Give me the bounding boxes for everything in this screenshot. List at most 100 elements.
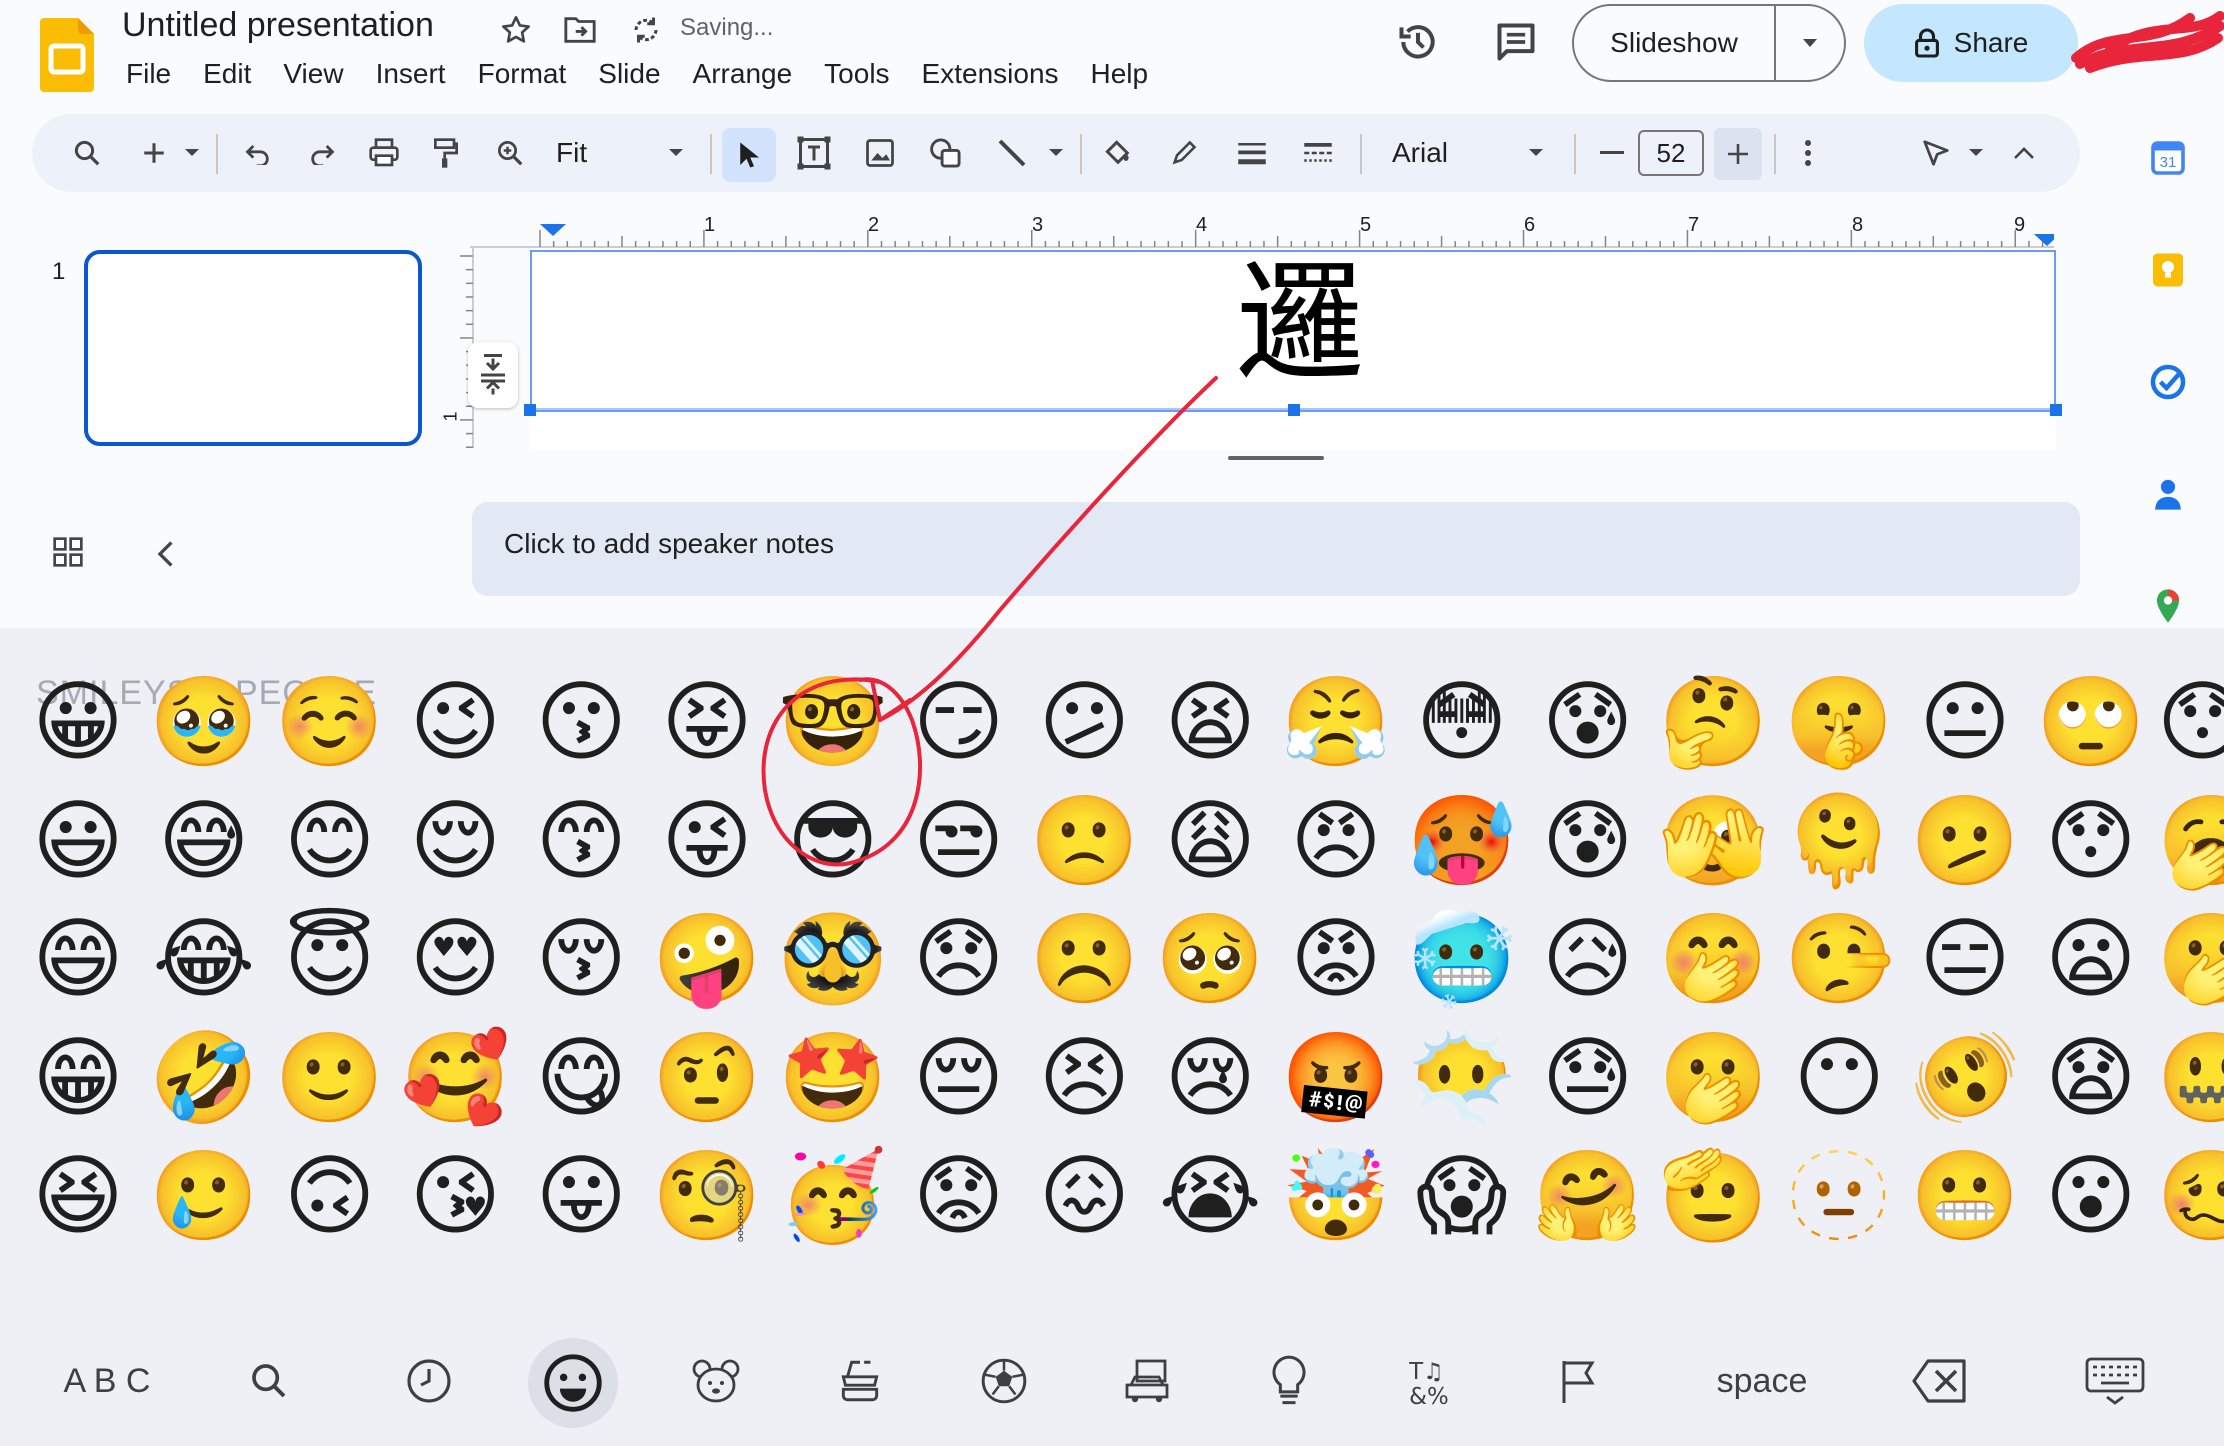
emoji-key[interactable]: ☹️ [1024, 899, 1144, 1019]
emoji-key[interactable]: 🤔 [1653, 662, 1773, 782]
search-icon[interactable] [244, 1348, 294, 1414]
emoji-key[interactable]: 😄 [18, 899, 138, 1019]
line-dropdown-icon[interactable] [1044, 114, 1068, 192]
emoji-key[interactable]: 😚 [521, 899, 641, 1019]
animals-category-icon[interactable] [688, 1348, 744, 1414]
more-options-icon[interactable] [1790, 114, 1826, 192]
emoji-key[interactable]: 🥵 [1402, 781, 1522, 901]
emoji-key[interactable]: 🥱 [2157, 781, 2224, 901]
star-icon[interactable] [496, 10, 536, 50]
emoji-key[interactable]: 🥺 [1150, 899, 1270, 1019]
emoji-key[interactable]: 🫥 [1779, 1136, 1899, 1256]
menu-insert[interactable]: Insert [360, 58, 462, 90]
emoji-key[interactable]: 🫨 [1905, 1018, 2025, 1138]
emoji-key[interactable]: 🤐 [2157, 1018, 2224, 1138]
redacted-avatar[interactable] [2070, 8, 2224, 78]
food-category-icon[interactable] [832, 1348, 888, 1414]
emoji-key[interactable]: 😢 [1150, 1018, 1270, 1138]
emoji-key[interactable]: 😐 [1905, 662, 2025, 782]
emoji-key[interactable]: 😦 [2031, 899, 2151, 1019]
emoji-key[interactable]: 😣 [1024, 1018, 1144, 1138]
recent-clock-icon[interactable] [402, 1348, 456, 1414]
slides-logo-icon[interactable] [40, 18, 94, 92]
search-menus-icon[interactable] [66, 114, 108, 192]
space-key[interactable]: space [1700, 1348, 1824, 1414]
resize-handle[interactable] [524, 404, 536, 416]
emoji-key[interactable]: 🙄 [2031, 662, 2151, 782]
emoji-key[interactable]: 😥 [1528, 899, 1648, 1019]
emoji-key[interactable]: 😯 [2157, 662, 2224, 782]
emoji-key[interactable]: 🫣 [1653, 781, 1773, 901]
chevron-left-icon[interactable] [156, 540, 174, 573]
objects-lightbulb-icon[interactable] [1264, 1348, 1314, 1414]
emoji-key[interactable]: 😤 [1276, 662, 1396, 782]
emoji-key[interactable]: 🤭 [1653, 899, 1773, 1019]
menu-format[interactable]: Format [462, 58, 583, 90]
emoji-key[interactable]: 🤫 [1779, 662, 1899, 782]
share-button[interactable]: Share [1864, 4, 2078, 82]
slideshow-dropdown-icon[interactable] [1776, 37, 1844, 49]
border-dash-icon[interactable] [1298, 114, 1338, 192]
emoji-key[interactable]: 🤓 [773, 662, 893, 782]
emoji-key[interactable]: 😱 [1402, 1136, 1522, 1256]
travel-category-icon[interactable] [1118, 1348, 1176, 1414]
emoji-key[interactable]: 🥳 [773, 1136, 893, 1256]
font-size-input[interactable]: 52 [1638, 130, 1704, 176]
menu-help[interactable]: Help [1075, 58, 1165, 90]
emoji-key[interactable]: 😜 [647, 781, 767, 901]
text-box-icon[interactable] [794, 114, 834, 192]
menu-tools[interactable]: Tools [808, 58, 905, 90]
symbols-category-icon[interactable]: T♫ &% [1404, 1348, 1460, 1414]
decrease-font-size-icon[interactable] [1594, 114, 1630, 192]
fill-color-icon[interactable] [1098, 114, 1138, 192]
emoji-key[interactable]: 😃 [18, 781, 138, 901]
keyboard-switch-icon[interactable] [2084, 1348, 2146, 1414]
editing-mode-icon[interactable] [1916, 114, 1956, 192]
emoji-key[interactable]: 😔 [899, 1018, 1019, 1138]
hide-menus-chevron-up-icon[interactable] [2006, 114, 2042, 192]
emoji-key[interactable]: 😌 [395, 781, 515, 901]
slideshow-label[interactable]: Slideshow [1574, 6, 1776, 80]
emoji-key[interactable]: 😂 [144, 899, 264, 1019]
editing-mode-dropdown-icon[interactable] [1964, 114, 1988, 192]
emoji-key[interactable]: 😏 [899, 662, 1019, 782]
emoji-key[interactable]: 🙂 [270, 1018, 390, 1138]
paint-format-icon[interactable] [426, 114, 466, 192]
emoji-key[interactable]: 😰 [1528, 662, 1648, 782]
grid-view-icon[interactable] [52, 536, 84, 573]
increase-font-size-icon[interactable] [1714, 128, 1762, 180]
emoji-key[interactable]: 🥰 [395, 1018, 515, 1138]
contacts-icon[interactable] [2148, 474, 2188, 514]
emoji-key[interactable]: 😟 [899, 1136, 1019, 1256]
abc-button[interactable]: A B C [52, 1348, 162, 1414]
emoji-key[interactable]: 😎 [773, 781, 893, 901]
resize-handle[interactable] [1288, 404, 1300, 416]
canvas-scrollbar[interactable] [1228, 456, 1324, 460]
emoji-key[interactable]: 🥴 [2157, 1136, 2224, 1256]
emoji-key[interactable]: 🤣 [144, 1018, 264, 1138]
emoji-key[interactable]: 🫤 [1905, 781, 2025, 901]
zoom-select[interactable]: Fit [556, 114, 676, 192]
menu-view[interactable]: View [267, 58, 359, 90]
move-folder-icon[interactable] [560, 10, 600, 50]
emoji-key[interactable]: 😆 [18, 1136, 138, 1256]
keep-icon[interactable] [2148, 250, 2188, 290]
emoji-key[interactable]: 😫 [1150, 662, 1270, 782]
emoji-key[interactable]: 😩 [1150, 781, 1270, 901]
border-color-icon[interactable] [1164, 114, 1204, 192]
line-spacing-icon[interactable] [468, 342, 518, 408]
redo-icon[interactable] [302, 114, 342, 192]
emoji-key[interactable]: 🙃 [270, 1136, 390, 1256]
shape-icon[interactable] [926, 114, 966, 192]
emoji-key[interactable]: ☺️ [270, 662, 390, 782]
emoji-key[interactable]: 😗 [521, 662, 641, 782]
smileys-category-icon[interactable] [528, 1338, 618, 1428]
emoji-key[interactable]: 😙 [521, 781, 641, 901]
menu-extensions[interactable]: Extensions [906, 58, 1075, 90]
new-slide-icon[interactable] [136, 114, 172, 192]
emoji-key[interactable]: 🤪 [647, 899, 767, 1019]
tasks-icon[interactable] [2148, 362, 2188, 402]
emoji-key[interactable]: 🫢 [1653, 1018, 1773, 1138]
emoji-key[interactable]: 🧐 [647, 1136, 767, 1256]
emoji-key[interactable]: 🤬 [1276, 1018, 1396, 1138]
